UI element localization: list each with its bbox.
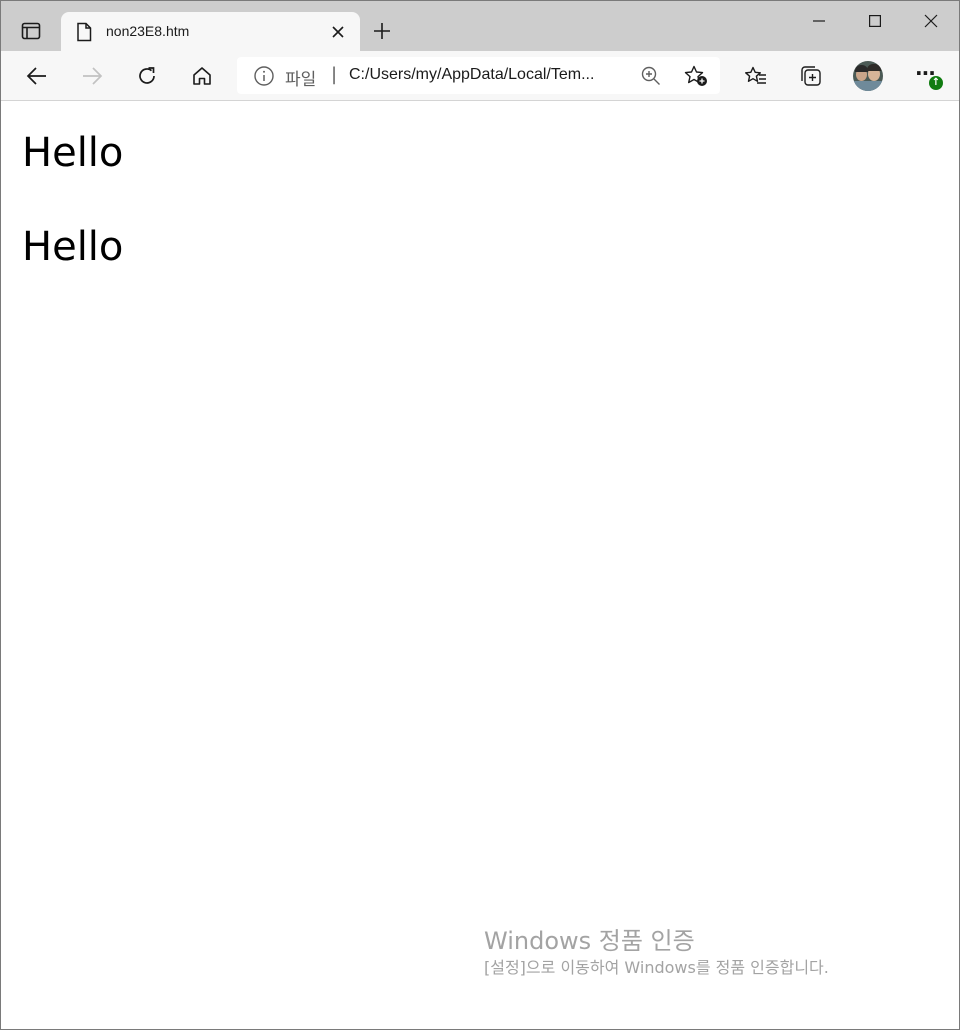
info-icon[interactable] — [253, 65, 275, 87]
minimize-button[interactable] — [791, 1, 847, 41]
page-heading: Hello — [22, 224, 124, 270]
maximize-button[interactable] — [847, 1, 903, 41]
page-heading: Hello — [22, 130, 124, 176]
tab-actions-icon — [21, 22, 41, 40]
tab-actions-button[interactable] — [9, 13, 53, 49]
address-separator: | — [331, 64, 338, 85]
close-window-button[interactable] — [903, 1, 959, 41]
address-bar[interactable]: 파일 | C:/Users/my/AppData/Local/Tem... — [237, 57, 720, 94]
favorites-button[interactable] — [740, 60, 772, 92]
url-text[interactable]: C:/Users/my/AppData/Local/Tem... — [349, 66, 621, 84]
star-add-icon[interactable] — [683, 64, 709, 88]
forward-button[interactable] — [76, 60, 108, 92]
activation-watermark: Windows 정품 인증 [설정]으로 이동하여 Windows를 정품 인증… — [484, 927, 829, 978]
refresh-icon — [136, 65, 158, 87]
zoom-in-icon[interactable] — [640, 65, 662, 87]
title-bar: non23E8.htm — [1, 1, 959, 51]
update-arrow-icon: ↑ — [929, 76, 943, 90]
home-button[interactable] — [186, 60, 218, 92]
collections-button[interactable] — [795, 60, 827, 92]
watermark-subtitle: [설정]으로 이동하여 Windows를 정품 인증합니다. — [484, 958, 829, 977]
collections-icon — [799, 65, 823, 87]
page-content: Hello Hello Windows 정품 인증 [설정]으로 이동하여 Wi… — [1, 101, 959, 1029]
page-icon — [75, 22, 93, 42]
refresh-button[interactable] — [131, 60, 163, 92]
new-tab-button[interactable] — [370, 19, 394, 43]
more-button[interactable]: ··· ↑ — [909, 60, 943, 92]
forward-arrow-icon — [81, 66, 103, 86]
toolbar: 파일 | C:/Users/my/AppData/Local/Tem... ··… — [1, 51, 959, 101]
minimize-icon — [813, 15, 825, 27]
back-button[interactable] — [21, 60, 53, 92]
maximize-icon — [869, 15, 881, 27]
watermark-title: Windows 정품 인증 — [484, 927, 695, 955]
avatar[interactable] — [853, 61, 883, 91]
scheme-label: 파일 — [285, 70, 317, 90]
back-arrow-icon — [26, 66, 48, 86]
home-icon — [191, 65, 213, 87]
close-icon — [331, 25, 345, 39]
favorites-icon — [744, 65, 768, 87]
tab-title: non23E8.htm — [106, 23, 190, 39]
browser-window: non23E8.htm 파일 | C:/Users/my/AppData/Loc… — [0, 0, 960, 1030]
close-tab-button[interactable] — [327, 21, 349, 43]
tab-active[interactable]: non23E8.htm — [61, 12, 360, 51]
window-controls — [791, 1, 959, 41]
close-icon — [924, 14, 938, 28]
plus-icon — [372, 21, 392, 41]
